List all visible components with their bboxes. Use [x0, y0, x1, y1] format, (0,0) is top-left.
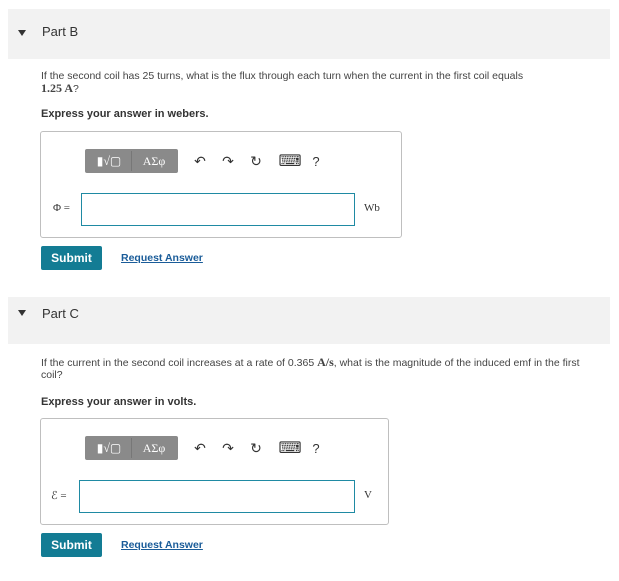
emf-variable-label: ℰ =	[51, 490, 67, 502]
math-button-group: ▮√▢ ΑΣφ	[85, 149, 178, 173]
math-button-group: ▮√▢ ΑΣφ	[85, 436, 178, 460]
part-c-toolbar: ▮√▢ ΑΣφ ↶ ↷ ↻ ⌨ ?	[85, 436, 326, 460]
part-b-header[interactable]: Part B	[8, 9, 610, 59]
part-b-answer-box: ▮√▢ ΑΣφ ↶ ↷ ↻ ⌨ ? Φ = Wb	[40, 131, 402, 238]
help-icon[interactable]: ?	[306, 151, 326, 171]
part-c-header[interactable]: Part C	[8, 297, 610, 344]
part-b-question: If the second coil has 25 turns, what is…	[41, 70, 524, 95]
template-button[interactable]: ▮√▢	[87, 438, 132, 458]
reset-icon[interactable]: ↻	[246, 151, 266, 171]
part-b-toolbar: ▮√▢ ΑΣφ ↶ ↷ ↻ ⌨ ?	[85, 149, 326, 173]
part-c-submit-button[interactable]: Submit	[41, 533, 102, 557]
part-b-title: Part B	[42, 24, 79, 39]
part-b-answer-input[interactable]	[81, 193, 355, 226]
part-b-express-units: Express your answer in webers.	[41, 108, 209, 120]
symbol-button[interactable]: ΑΣφ	[132, 438, 176, 458]
part-b-submit-button[interactable]: Submit	[41, 246, 102, 270]
part-c-request-answer-link[interactable]: Request Answer	[121, 539, 203, 551]
symbol-button[interactable]: ΑΣφ	[132, 151, 176, 171]
part-c-answer-box: ▮√▢ ΑΣφ ↶ ↷ ↻ ⌨ ? ℰ = V	[40, 418, 389, 525]
part-b-request-answer-link[interactable]: Request Answer	[121, 252, 203, 264]
part-b-unit-label: Wb	[364, 202, 380, 214]
part-c-express-units: Express your answer in volts.	[41, 396, 197, 408]
part-c-unit-label: V	[364, 489, 372, 501]
reset-icon[interactable]: ↻	[246, 438, 266, 458]
keyboard-icon[interactable]: ⌨	[278, 151, 301, 171]
redo-icon[interactable]: ↷	[218, 151, 238, 171]
help-icon[interactable]: ?	[306, 438, 326, 458]
undo-icon[interactable]: ↶	[190, 438, 210, 458]
part-c-title: Part C	[42, 306, 79, 321]
redo-icon[interactable]: ↷	[218, 438, 238, 458]
flux-variable-label: Φ =	[53, 202, 70, 214]
part-c-question: If the current in the second coil increa…	[41, 355, 580, 381]
part-c-answer-input[interactable]	[79, 480, 355, 513]
keyboard-icon[interactable]: ⌨	[278, 438, 301, 458]
template-button[interactable]: ▮√▢	[87, 151, 132, 171]
undo-icon[interactable]: ↶	[190, 151, 210, 171]
collapse-triangle-icon[interactable]	[18, 30, 26, 36]
collapse-triangle-icon[interactable]	[18, 310, 26, 316]
